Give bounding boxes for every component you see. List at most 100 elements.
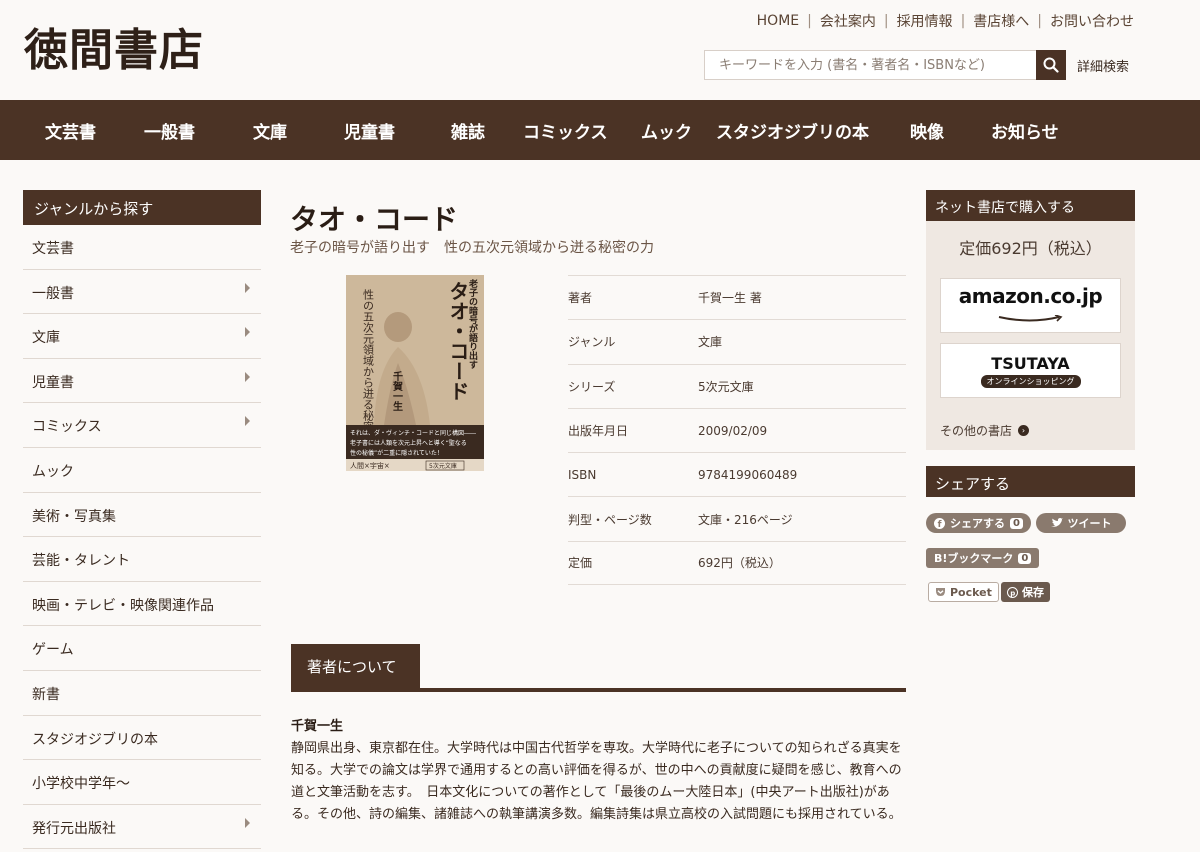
sidebar-item[interactable]: コミックス [23,403,261,448]
detail-value: 文庫 [698,335,723,350]
detail-key: 定価 [568,556,593,571]
nav-item-news[interactable]: お知らせ [991,118,1059,143]
sidebar-item-label: 文芸書 [32,241,74,257]
sidebar-item-label: 児童書 [32,374,74,391]
pinterest-save-button[interactable]: p 保存 [1001,582,1050,602]
facebook-share-button[interactable]: f シェアする 0 [926,513,1031,533]
pocket-label: Pocket [950,585,992,599]
top-link-recruit[interactable]: 採用情報 [897,11,953,31]
detail-value: 9784199060489 [698,467,798,482]
author-bio: 静岡県出身、東京都在住。大学時代は中国古代哲学を専攻。大学時代に老子についての知… [291,741,902,822]
sidebar-item[interactable]: 美術・写真集 [23,493,261,538]
book-details: 著者 千賀一生 著ジャンル 文庫 シリーズ 5次元文庫 出版年月日 2009/02/09 IS… [568,275,906,586]
book-cover-art: 性の五次元領域から迸る秘密の力 老子の暗号が語り出す タオ・コード 千賀一生 そ… [346,275,484,471]
tsutaya-logo: TSUTAYA オンラインショッピング [980,353,1081,388]
detail-value: 692円（税込） [698,556,781,571]
sidebar-item[interactable]: 小学校中学年～ [23,760,261,805]
detail-row: ジャンル 文庫 [568,319,906,363]
top-link-home[interactable]: HOME [757,13,799,29]
detail-value: 文庫・216ページ [698,512,793,527]
sidebar-item[interactable]: ムック [23,448,261,493]
chevron-right-icon [245,371,250,382]
sidebar-heading: ジャンルから探す [23,190,261,225]
sidebar-item[interactable]: 芸能・タレント [23,537,261,582]
buy-panel: ネット書店で購入する 定価692円（税込） amazon.co.jp TSUTA… [926,190,1135,450]
nav-item-jidosho[interactable]: 児童書 [344,118,395,143]
detail-row: 出版年月日 2009/02/09 [568,407,906,452]
detail-row: 判型・ページ数 文庫・216ページ [568,496,906,540]
author-name: 千賀一生 [291,719,344,734]
svg-text:p: p [1010,589,1015,597]
sidebar-item[interactable]: 映画・テレビ・映像関連作品 [23,582,261,627]
book-cover[interactable]: 性の五次元領域から迸る秘密の力 老子の暗号が語り出す タオ・コード 千賀一生 そ… [346,275,484,471]
pocket-button[interactable]: Pocket [928,582,999,602]
top-link-contact[interactable]: お問い合わせ [1050,11,1134,31]
detail-value: 千賀一生 著 [698,291,762,306]
sidebar-item[interactable]: 児童書 [23,359,261,404]
sidebar-item[interactable]: 一般書 [23,270,261,315]
pinterest-icon: p [1007,586,1018,598]
tweet-button[interactable]: ツイート [1036,513,1126,533]
detail-key: ISBN [568,467,597,482]
advanced-search-link[interactable]: 詳細検索 [1077,56,1129,75]
buy-heading: ネット書店で購入する [926,190,1135,221]
detail-row: ISBN 9784199060489 [568,452,906,496]
tsutaya-button[interactable]: TSUTAYA オンラインショッピング [940,343,1121,398]
top-link-company[interactable]: 会社案内 [820,11,876,31]
nav-item-video[interactable]: 映像 [910,118,944,143]
share-heading: シェアする [926,466,1135,497]
arrow-right-icon: › [1018,425,1030,436]
facebook-count: 0 [1010,517,1023,529]
nav-item-bungeisho[interactable]: 文芸書 [45,118,96,143]
sidebar-item-label: 映画・テレビ・映像関連作品 [32,597,214,614]
site-header: 徳間書店 HOME | 会社案内 | 採用情報 | 書店様へ | お問い合わせ … [0,0,1200,100]
svg-text:f: f [938,520,942,529]
nav-item-zasshi[interactable]: 雑誌 [451,118,485,143]
other-stores-label: その他の書店 [940,424,1013,438]
amazon-button[interactable]: amazon.co.jp [940,278,1121,333]
chevron-right-icon [245,282,250,293]
top-link-bookstores[interactable]: 書店様へ [973,11,1029,31]
detail-key: 判型・ページ数 [568,512,652,527]
search-input[interactable] [704,50,1036,80]
hatena-bookmark-button[interactable]: B!ブックマーク 0 [926,548,1040,568]
about-divider [291,688,906,692]
sidebar-item-label: ムック [32,463,74,480]
nav-item-bunko[interactable]: 文庫 [253,118,287,143]
sidebar-item-label: 美術・写真集 [32,508,116,525]
sidebar-item-label: ゲーム [32,642,74,659]
twitter-icon [1050,518,1063,527]
cover-title: タオ・コード [446,281,470,401]
cover-band-line-1: それは、ダ・ヴィンチ・コードと同じ構図―― [350,429,476,437]
sidebar-item[interactable]: 文芸書 [23,225,261,270]
tsutaya-text: TSUTAYA [991,353,1070,373]
tweet-label: ツイート [1067,517,1112,530]
cover-label: 5次元文庫 [429,462,457,470]
nav-item-ghibli[interactable]: スタジオジブリの本 [716,118,869,143]
sidebar-item-label: 芸能・タレント [32,553,130,570]
sidebar-list: 文芸書一般書 文庫児童書コミックスムック美術・写真集 芸能・タレント映画・テレビ・映… [23,225,261,850]
sidebar-item[interactable]: 文庫 [23,314,261,359]
facebook-icon: f [934,517,945,529]
sidebar-item[interactable]: ゲーム [23,626,261,671]
amazon-text: amazon.co.jp [958,284,1103,308]
other-stores-link[interactable]: その他の書店 › [940,422,1030,439]
search-button[interactable] [1036,50,1066,80]
site-logo[interactable]: 徳間書店 [24,14,204,78]
separator: | [1037,13,1042,29]
sidebar-item[interactable]: 新書 [23,671,261,716]
nav-item-mook[interactable]: ムック [641,118,692,143]
detail-row: 定価 692円（税込） [568,540,906,586]
amazon-logo: amazon.co.jp [958,284,1103,327]
main-nav: 文芸書 一般書 文庫 児童書 雑誌 コミックス ムック スタジオジブリの本 映像… [0,100,1200,160]
cover-band-line-2: 老子書には人類を次元上昇へと導く“聖なる [350,439,467,447]
sidebar-item[interactable]: 発行元出版社 [23,805,261,850]
sidebar-item[interactable]: スタジオジブリの本 [23,716,261,761]
about-author-tab[interactable]: 著者について [291,644,420,688]
nav-item-comics[interactable]: コミックス [523,118,608,143]
sidebar-item-label: 新書 [32,686,60,703]
nav-item-ippansho[interactable]: 一般書 [144,118,195,143]
facebook-label: シェアする [950,517,1005,530]
tsutaya-sub: オンラインショッピング [980,374,1081,388]
top-links: HOME | 会社案内 | 採用情報 | 書店様へ | お問い合わせ [757,11,1134,31]
